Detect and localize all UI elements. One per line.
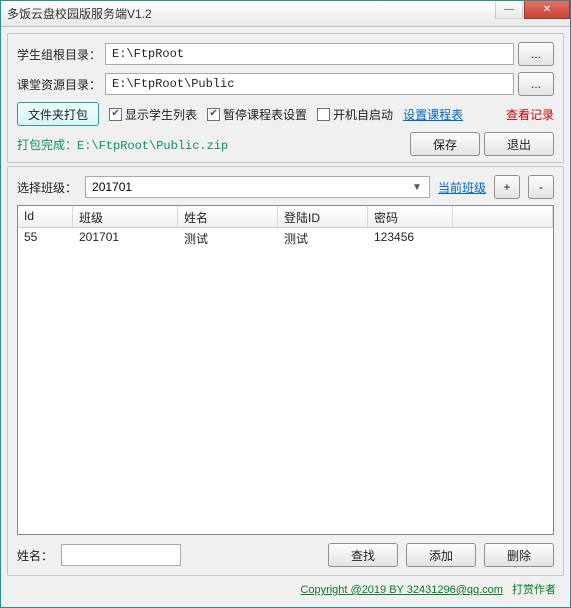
col-name[interactable]: 姓名: [178, 206, 278, 227]
delete-button[interactable]: 删除: [484, 543, 554, 567]
student-root-label: 学生组根目录：: [17, 46, 101, 63]
student-table: Id 班级 姓名 登陆ID 密码 55 201701 测试 测试 123456: [17, 205, 554, 535]
checkbox-checked-icon: ✔: [207, 108, 220, 121]
class-group: 选择班级： 201701 ▼ 当前班级 + - Id 班级 姓名 登陆ID 密码: [7, 166, 564, 576]
class-select-value: 201701: [92, 180, 132, 194]
cell-login-id: 测试: [278, 228, 368, 248]
copyright-link[interactable]: Copyright @2019 BY 32431296@qq.com: [300, 584, 503, 596]
select-class-label: 选择班级：: [17, 179, 77, 196]
set-schedule-link[interactable]: 设置课程表: [403, 106, 463, 123]
table-row[interactable]: 55 201701 测试 测试 123456: [18, 228, 553, 248]
minimize-button[interactable]: —: [495, 1, 523, 19]
pack-folder-button[interactable]: 文件夹打包: [17, 102, 99, 126]
donate-link[interactable]: 打赏作者: [512, 584, 556, 596]
view-log-link[interactable]: 查看记录: [506, 106, 554, 123]
col-id[interactable]: Id: [18, 206, 73, 227]
cell-class: 201701: [73, 228, 178, 248]
autostart-checkbox[interactable]: 开机自启动: [317, 106, 393, 123]
find-button[interactable]: 查找: [328, 543, 398, 567]
titlebar: 多饭云盘校园版服务端V1.2 — ✕: [1, 1, 570, 27]
table-actions: 姓名： 查找 添加 删除: [17, 543, 554, 567]
cell-password: 123456: [368, 228, 453, 248]
pack-status-text: 打包完成：E:\FtpRoot\Public.zip: [17, 136, 228, 153]
cell-name: 测试: [178, 228, 278, 248]
checkbox-unchecked-icon: [317, 108, 330, 121]
col-password[interactable]: 密码: [368, 206, 453, 227]
exit-button[interactable]: 退出: [484, 132, 554, 156]
cell-id: 55: [18, 228, 73, 248]
window-title: 多饭云盘校园版服务端V1.2: [7, 5, 152, 22]
table-header: Id 班级 姓名 登陆ID 密码: [18, 206, 553, 228]
resource-dir-input[interactable]: [105, 73, 514, 95]
name-filter-input[interactable]: [61, 544, 181, 566]
student-root-input[interactable]: [105, 43, 514, 65]
resource-dir-label: 课堂资源目录：: [17, 76, 101, 93]
remove-class-button[interactable]: -: [528, 175, 554, 199]
show-student-list-checkbox[interactable]: ✔ 显示学生列表: [109, 106, 197, 123]
name-filter-label: 姓名：: [17, 547, 53, 564]
add-class-button[interactable]: +: [494, 175, 520, 199]
col-login-id[interactable]: 登陆ID: [278, 206, 368, 227]
add-button[interactable]: 添加: [406, 543, 476, 567]
copyright-bar: Copyright @2019 BY 32431296@qq.com 打赏作者: [7, 579, 564, 601]
checkbox-checked-icon: ✔: [109, 108, 122, 121]
table-body[interactable]: 55 201701 测试 测试 123456: [18, 228, 553, 534]
chevron-down-icon: ▼: [409, 182, 425, 193]
browse-resource-button[interactable]: ...: [518, 72, 554, 96]
paths-group: 学生组根目录： ... 课堂资源目录： ... 文件夹打包 ✔ 显示学生列表 ✔…: [7, 33, 564, 163]
pause-schedule-checkbox[interactable]: ✔ 暂停课程表设置: [207, 106, 307, 123]
col-class[interactable]: 班级: [73, 206, 178, 227]
browse-root-button[interactable]: ...: [518, 42, 554, 66]
col-spacer: [453, 206, 553, 227]
save-button[interactable]: 保存: [410, 132, 480, 156]
current-class-link[interactable]: 当前班级: [438, 179, 486, 196]
close-button[interactable]: ✕: [524, 1, 570, 19]
app-window: 多饭云盘校园版服务端V1.2 — ✕ 学生组根目录： ... 课堂资源目录： .…: [0, 0, 571, 608]
class-select[interactable]: 201701 ▼: [85, 176, 430, 198]
window-controls: — ✕: [494, 1, 570, 21]
